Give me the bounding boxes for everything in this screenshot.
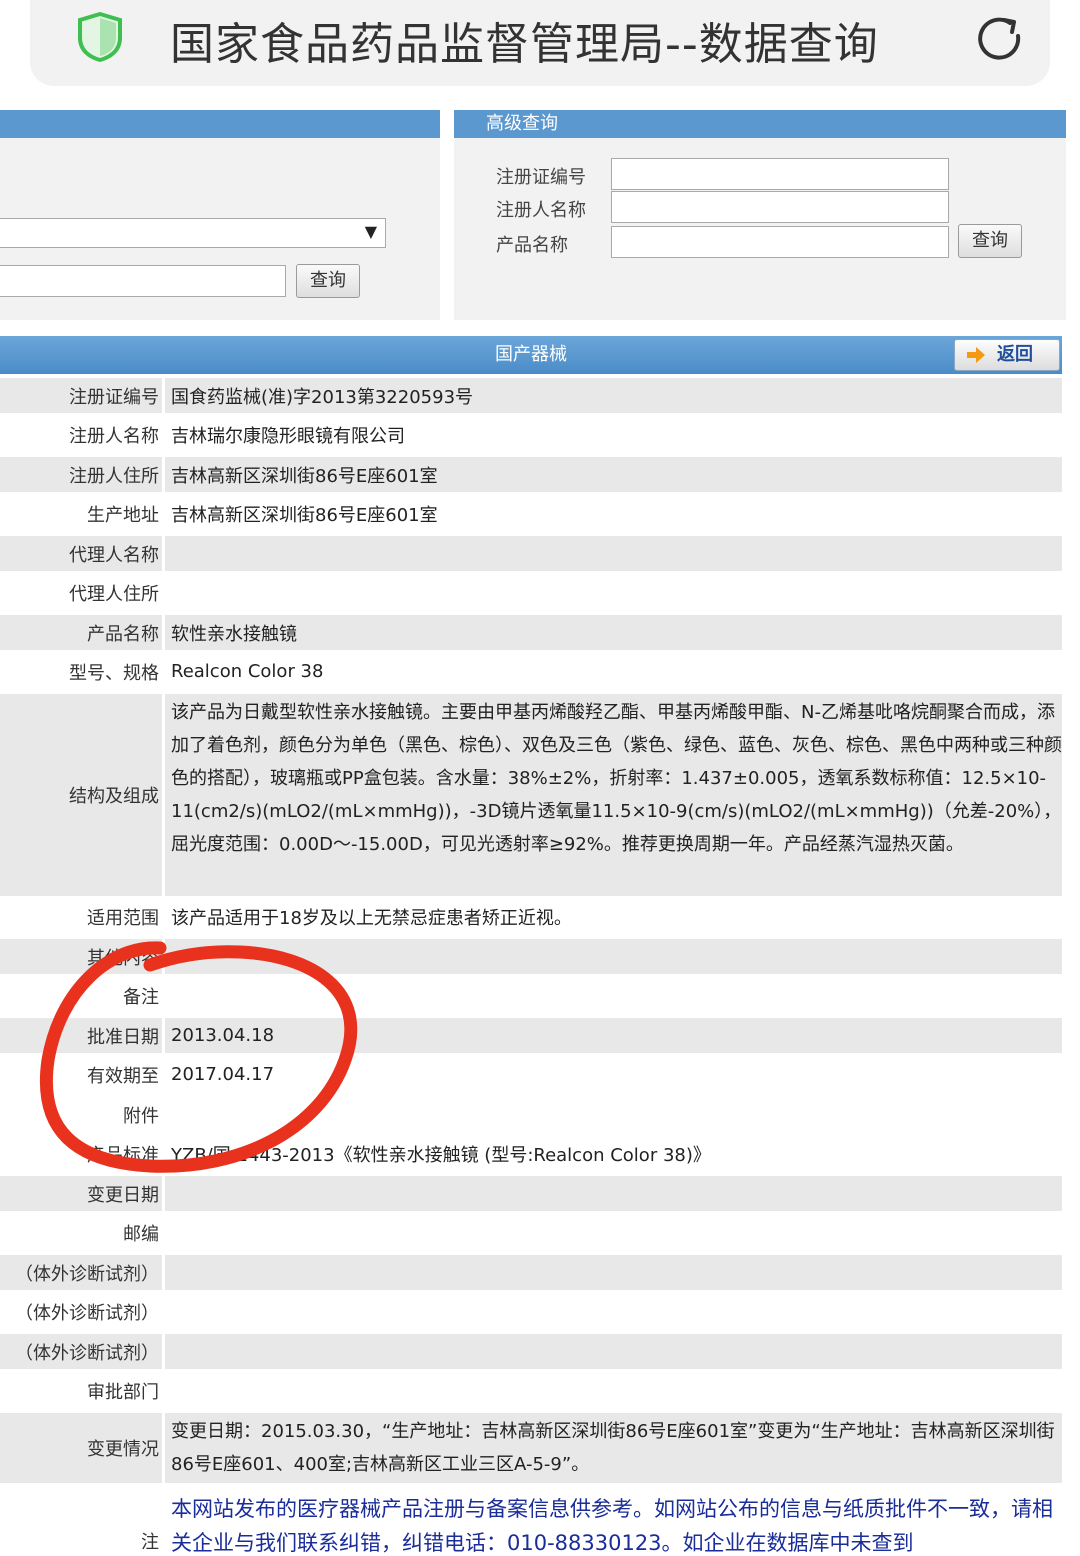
row-value: 吉林瑞尔康隐形眼镜有限公司 [165, 417, 1062, 452]
approval-date-value: 2013.04.18 [165, 1018, 1062, 1053]
page-title: 国家食品药品监督管理局--数据查询 [170, 19, 879, 70]
reload-icon[interactable] [974, 12, 1026, 64]
row-label: （体外诊断试剂） [0, 1334, 162, 1369]
table-row: 注册人住所 吉林高新区深圳街86号E座601室 [0, 457, 1062, 492]
table-row: 审批部门 [0, 1373, 1062, 1408]
row-label: 产品名称 [0, 615, 162, 650]
table-row: 注册人名称 吉林瑞尔康隐形眼镜有限公司 [0, 417, 1062, 452]
row-value [165, 1097, 1062, 1132]
row-value [165, 939, 1062, 974]
shield-icon [78, 12, 122, 62]
table-row: 注 本网站发布的医疗器械产品注册与备案信息供参考。如网站公布的信息与纸质批件不一… [0, 1490, 1062, 1556]
back-button[interactable]: 返回 [954, 339, 1060, 371]
row-label: （体外诊断试剂） [0, 1255, 162, 1290]
table-row: 代理人住所 [0, 575, 1062, 610]
row-label: 附件 [0, 1097, 162, 1132]
quick-search-button[interactable]: 查询 [296, 264, 360, 298]
quick-search-input[interactable] [0, 265, 286, 297]
row-value [165, 978, 1062, 1013]
quick-query-panel: ▼ 查询 [0, 110, 440, 320]
row-label: 注册人名称 [0, 417, 162, 452]
table-row: 产品名称 软性亲水接触镜 [0, 615, 1062, 650]
table-row: 适用范围 该产品适用于18岁及以上无禁忌症患者矫正近视。 [0, 899, 1062, 934]
row-value: 该产品适用于18岁及以上无禁忌症患者矫正近视。 [165, 899, 1062, 934]
row-label: 变更情况 [0, 1413, 162, 1483]
row-value: 该产品为日戴型软性亲水接触镜。主要由甲基丙烯酸羟乙酯、甲基丙烯酸甲酯、N-乙烯基… [165, 694, 1062, 896]
expiry-date-value: 2017.04.17 [165, 1057, 1062, 1092]
row-value: YZB/国 1443-2013《软性亲水接触镜 (型号:Realcon Colo… [165, 1136, 1062, 1171]
row-label: 邮编 [0, 1215, 162, 1250]
table-row: 备注 [0, 978, 1062, 1013]
row-value [165, 1176, 1062, 1211]
advanced-search-button[interactable]: 查询 [958, 224, 1022, 258]
row-label: 审批部门 [0, 1373, 162, 1408]
table-row: 产品标准 YZB/国 1443-2013《软性亲水接触镜 (型号:Realcon… [0, 1136, 1062, 1171]
registrant-name-label: 注册人名称 [496, 200, 586, 221]
table-row: 生产地址 吉林高新区深圳街86号E座601室 [0, 496, 1062, 531]
row-value [165, 1373, 1062, 1408]
table-row: 代理人名称 [0, 536, 1062, 571]
quick-query-header [0, 110, 440, 138]
table-row: 结构及组成 该产品为日戴型软性亲水接触镜。主要由甲基丙烯酸羟乙酯、甲基丙烯酸甲酯… [0, 694, 1062, 896]
table-row: （体外诊断试剂） [0, 1255, 1062, 1290]
arrow-right-icon [967, 347, 985, 363]
row-label: 备注 [0, 978, 162, 1013]
row-label: 产品标准 [0, 1136, 162, 1171]
row-label: 注册人住所 [0, 457, 162, 492]
row-value: 吉林高新区深圳街86号E座601室 [165, 457, 1062, 492]
row-value: 吉林高新区深圳街86号E座601室 [165, 496, 1062, 531]
row-label: 批准日期 [0, 1018, 162, 1053]
row-label: 代理人住所 [0, 575, 162, 610]
row-value [165, 536, 1062, 571]
row-label: 生产地址 [0, 496, 162, 531]
table-row: （体外诊断试剂） [0, 1334, 1062, 1369]
row-label: （体外诊断试剂） [0, 1294, 162, 1329]
product-name-label: 产品名称 [496, 235, 568, 256]
row-label: 注 [0, 1490, 162, 1556]
table-row: 批准日期 2013.04.18 [0, 1018, 1062, 1053]
category-select[interactable]: ▼ [0, 218, 386, 248]
row-label: 注册证编号 [0, 378, 162, 413]
row-label: 代理人名称 [0, 536, 162, 571]
table-row: 注册证编号 国食药监械(准)字2013第3220593号 [0, 378, 1062, 413]
reg-number-label: 注册证编号 [496, 167, 586, 188]
row-value: Realcon Color 38 [165, 654, 1062, 689]
product-name-input[interactable] [611, 226, 949, 258]
table-row: 邮编 [0, 1215, 1062, 1250]
row-value [165, 575, 1062, 610]
row-value: 软性亲水接触镜 [165, 615, 1062, 650]
advanced-query-header: 高级查询 [454, 110, 1066, 138]
row-label: 其他内容 [0, 939, 162, 974]
row-value: 变更日期：2015.03.30，“生产地址：吉林高新区深圳街86号E座601室”… [165, 1413, 1062, 1483]
table-row: 变更情况 变更日期：2015.03.30，“生产地址：吉林高新区深圳街86号E座… [0, 1413, 1062, 1483]
table-row: （体外诊断试剂） [0, 1294, 1062, 1329]
row-value [165, 1334, 1062, 1369]
row-value: 国食药监械(准)字2013第3220593号 [165, 378, 1062, 413]
row-label: 变更日期 [0, 1176, 162, 1211]
detail-table-header: 国产器械 [0, 336, 1062, 374]
row-value [165, 1255, 1062, 1290]
back-label: 返回 [997, 344, 1033, 365]
table-row: 其他内容 [0, 939, 1062, 974]
row-label: 型号、规格 [0, 654, 162, 689]
row-label: 适用范围 [0, 899, 162, 934]
table-row: 变更日期 [0, 1176, 1062, 1211]
row-label: 有效期至 [0, 1057, 162, 1092]
dropdown-arrow-icon: ▼ [364, 222, 377, 241]
table-row: 型号、规格 Realcon Color 38 [0, 654, 1062, 689]
advanced-query-panel: 高级查询 注册证编号 注册人名称 产品名称 查询 [454, 110, 1066, 320]
table-row: 有效期至 2017.04.17 [0, 1057, 1062, 1092]
row-value [165, 1294, 1062, 1329]
row-value [165, 1215, 1062, 1250]
registrant-name-input[interactable] [611, 191, 949, 223]
reg-number-input[interactable] [611, 158, 949, 190]
row-label: 结构及组成 [0, 694, 162, 896]
table-row: 附件 [0, 1097, 1062, 1132]
disclaimer-notice: 本网站发布的医疗器械产品注册与备案信息供参考。如网站公布的信息与纸质批件不一致，… [165, 1490, 1062, 1556]
